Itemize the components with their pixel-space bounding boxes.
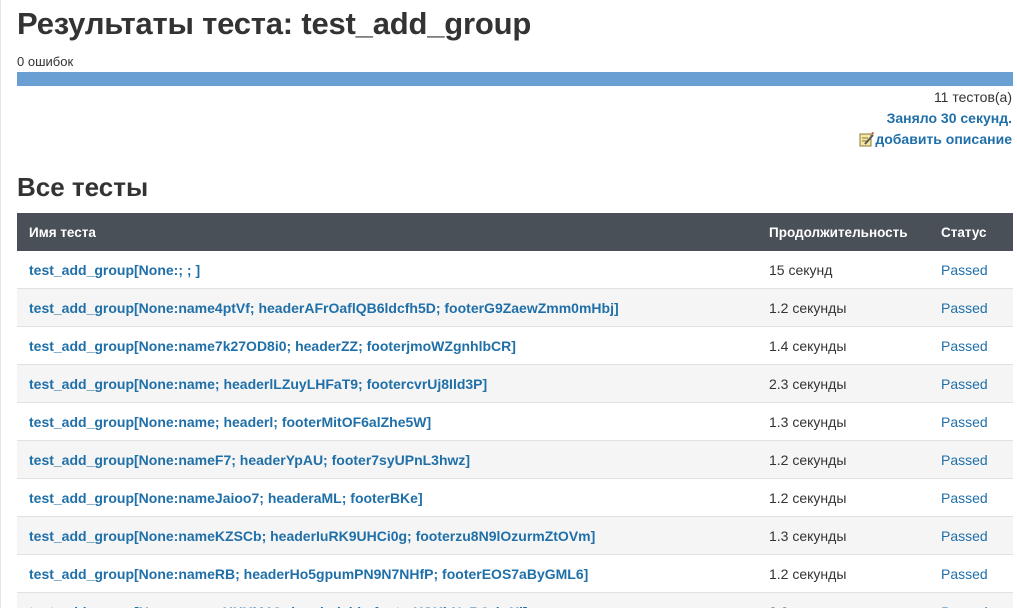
test-name-link[interactable]: test_add_group[None:name; headerlLZuyLHF… (29, 376, 487, 392)
column-header-name[interactable]: Имя теста (17, 213, 757, 251)
table-row: test_add_group[None:nameKZSCb; headerIuR… (17, 516, 1013, 555)
progress-bar (17, 72, 1013, 86)
test-name-link[interactable]: test_add_group[None:; ; ] (29, 262, 200, 278)
total-duration-link[interactable]: Заняло 30 секунд. (887, 110, 1012, 126)
test-name-cell: test_add_group[None:name7k27OD8i0; heade… (17, 326, 757, 365)
test-status-cell: Passed (929, 440, 1013, 479)
test-name-link[interactable]: test_add_group[None:nameJaioo7; headeraM… (29, 490, 423, 506)
test-name-link[interactable]: test_add_group[None:name7k27OD8i0; heade… (29, 338, 516, 354)
table-row: test_add_group[None:name4ptVf; headerAFr… (17, 288, 1013, 327)
test-duration-cell: 1.2 секунды (757, 478, 929, 517)
test-duration-cell: 1.2 секунды (757, 288, 929, 327)
test-name-link[interactable]: test_add_group[None:nameRB; headerHo5gpu… (29, 566, 588, 582)
test-name-cell: test_add_group[None:nameeUHYM4Q; headerl… (17, 592, 757, 608)
test-status-cell: Passed (929, 402, 1013, 441)
test-status-cell: Passed (929, 592, 1013, 608)
tests-count: 11 тестов(а) (933, 89, 1012, 105)
add-description-link[interactable]: добавить описание (859, 131, 1012, 147)
progress-bar-fill (17, 72, 1013, 86)
test-duration-cell: 1.2 секунды (757, 554, 929, 593)
test-name-cell: test_add_group[None:nameRB; headerHo5gpu… (17, 554, 757, 593)
test-name-cell: test_add_group[None:nameJaioo7; headeraM… (17, 478, 757, 517)
test-status-cell: Passed (929, 478, 1013, 517)
column-header-duration[interactable]: Продолжительность (757, 213, 929, 251)
test-status-cell: Passed (929, 326, 1013, 365)
test-name-cell: test_add_group[None:name; headerl; foote… (17, 402, 757, 441)
error-count: 0 ошибок (17, 54, 74, 69)
table-row: test_add_group[None:name; headerl; foote… (17, 402, 1013, 441)
test-duration-cell: 2.2 секунды (757, 592, 929, 608)
test-duration-cell: 2.3 секунды (757, 364, 929, 403)
test-duration-cell: 15 секунд (757, 251, 929, 289)
edit-note-icon (859, 131, 875, 147)
test-name-link[interactable]: test_add_group[None:nameKZSCb; headerIuR… (29, 528, 595, 544)
table-row: test_add_group[None:; ; ] 15 секунд Passed (17, 251, 1013, 289)
table-row: test_add_group[None:nameRB; headerHo5gpu… (17, 554, 1013, 593)
test-name-link[interactable]: test_add_group[None:nameF7; headerYpAU; … (29, 452, 470, 468)
test-duration-cell: 1.2 секунды (757, 440, 929, 479)
test-name-cell: test_add_group[None:name4ptVf; headerAFr… (17, 288, 757, 327)
test-duration-cell: 1.4 секунды (757, 326, 929, 365)
test-duration-cell: 1.3 секунды (757, 516, 929, 555)
test-name-cell: test_add_group[None:; ; ] (17, 251, 757, 289)
page-title: Результаты теста: test_add_group (17, 6, 532, 41)
test-duration-cell: 1.3 секунды (757, 402, 929, 441)
test-status-cell: Passed (929, 554, 1013, 593)
test-name-link[interactable]: test_add_group[None:name; headerl; foote… (29, 414, 431, 430)
column-header-status[interactable]: Статус (929, 213, 1013, 251)
tests-table: Имя теста Продолжительность Статус test_… (17, 213, 1013, 608)
test-name-cell: test_add_group[None:nameF7; headerYpAU; … (17, 440, 757, 479)
test-status-cell: Passed (929, 364, 1013, 403)
test-status-cell: Passed (929, 288, 1013, 327)
report-page: Результаты теста: test_add_group 0 ошибо… (0, 0, 1017, 608)
table-row: test_add_group[None:nameeUHYM4Q; headerl… (17, 592, 1013, 608)
test-name-link[interactable]: test_add_group[None:name4ptVf; headerAFr… (29, 300, 619, 316)
section-title: Все тесты (17, 172, 149, 202)
table-row: test_add_group[None:nameJaioo7; headeraM… (17, 478, 1013, 517)
test-status-cell: Passed (929, 516, 1013, 555)
test-name-link[interactable]: test_add_group[None:nameeUHYM4Q; headerl… (29, 604, 528, 608)
add-description-label: добавить описание (875, 131, 1012, 147)
table-row: test_add_group[None:name; headerlLZuyLHF… (17, 364, 1013, 403)
table-header-row: Имя теста Продолжительность Статус (17, 213, 1013, 251)
table-row: test_add_group[None:nameF7; headerYpAU; … (17, 440, 1013, 479)
table-row: test_add_group[None:name7k27OD8i0; heade… (17, 326, 1013, 365)
test-name-cell: test_add_group[None:name; headerlLZuyLHF… (17, 364, 757, 403)
test-name-cell: test_add_group[None:nameKZSCb; headerIuR… (17, 516, 757, 555)
test-status-cell: Passed (929, 251, 1013, 289)
